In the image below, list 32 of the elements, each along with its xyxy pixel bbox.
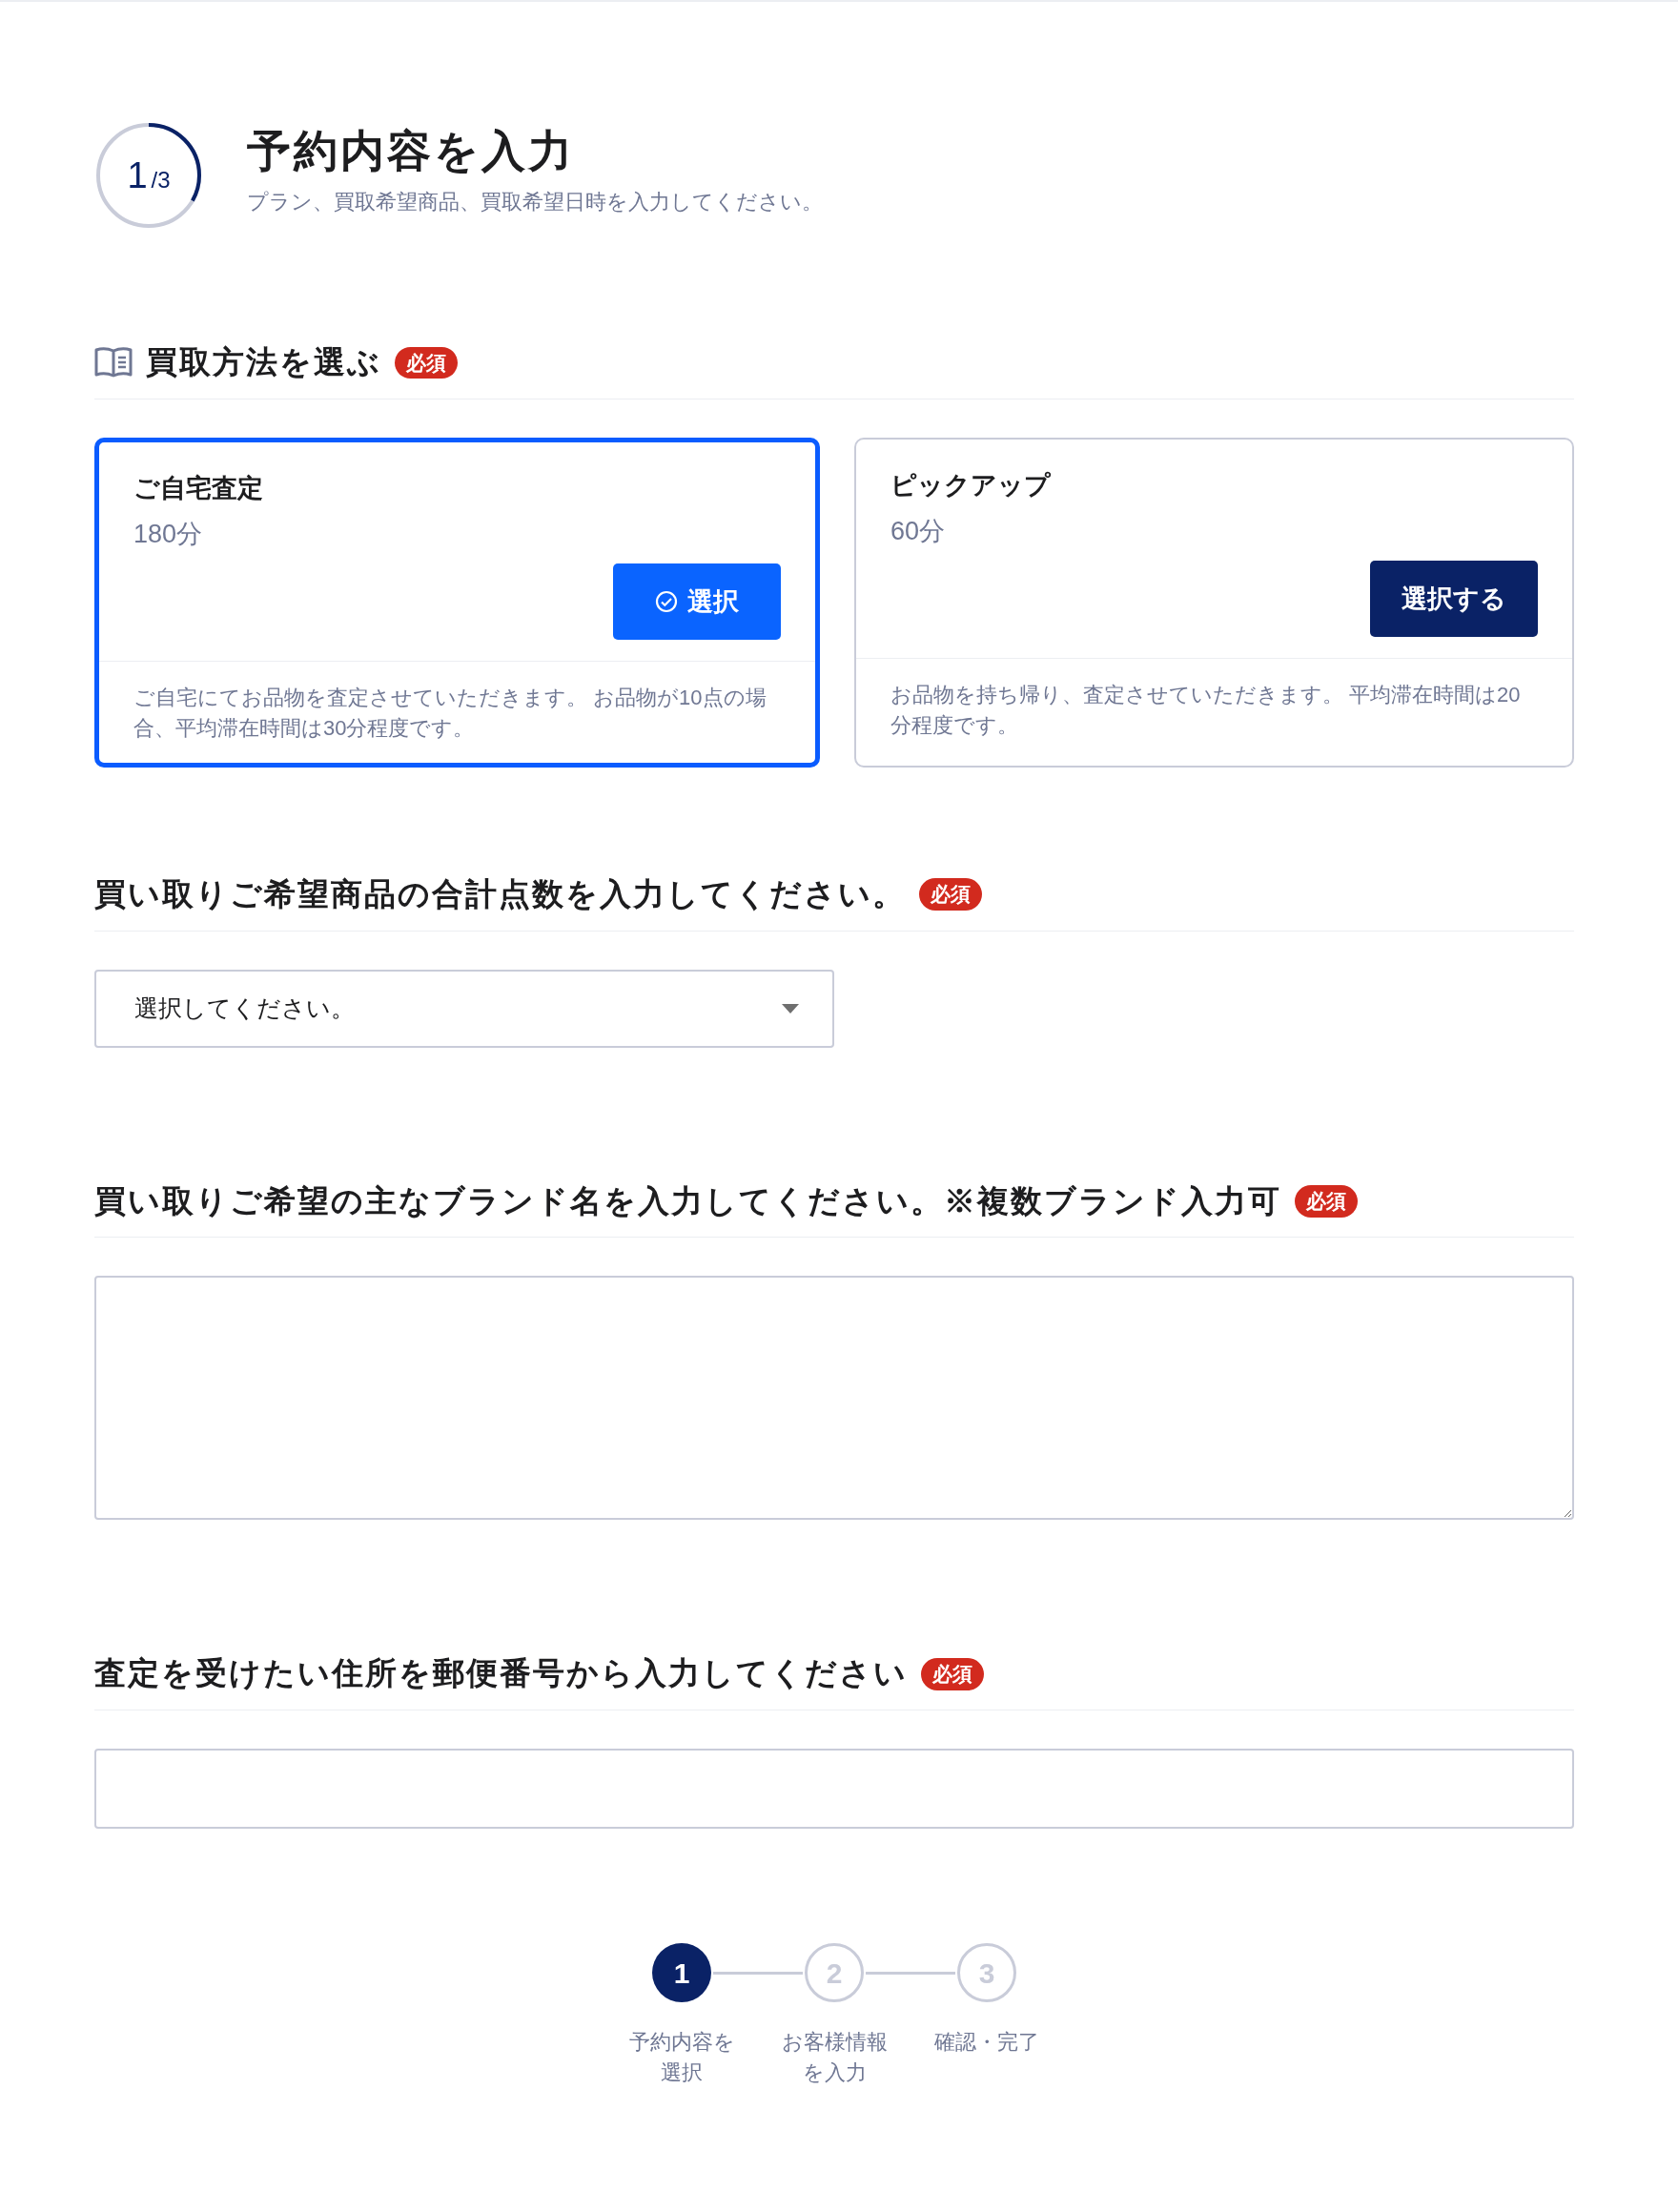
- section-title: 買取方法を選ぶ: [146, 343, 381, 381]
- required-badge: 必須: [919, 878, 982, 911]
- plan-duration: 60分: [890, 516, 947, 548]
- section-title: 買い取りご希望商品の合計点数を入力してください。: [94, 874, 906, 913]
- page-subtitle: プラン、買取希望商品、買取希望日時を入力してください。: [247, 188, 823, 215]
- select-button[interactable]: 選択: [613, 563, 781, 640]
- plan-name: ピックアップ: [890, 469, 1052, 502]
- book-icon: [94, 347, 133, 379]
- check-circle-icon: [655, 589, 678, 613]
- plan-card[interactable]: ご自宅査定 180分 選択 ご自宅にてお品物を査定させていただきます。 お品物が10点の場合、平均滞在時間は30分程度です。: [94, 437, 820, 768]
- required-badge: 必須: [1295, 1185, 1358, 1218]
- plan-description: お品物を持ち帰り、査定させていただきます。 平均滞在時間は20分程度です。: [856, 657, 1572, 760]
- count-select[interactable]: 選択してください。: [94, 969, 834, 1048]
- plan-duration: 180分: [133, 519, 204, 551]
- step-label: 予約内容を選択: [627, 2029, 736, 2087]
- progress-total: /3: [151, 169, 171, 192]
- required-badge: 必須: [921, 1658, 984, 1690]
- step-circle: 1: [652, 1943, 711, 2003]
- step-label: お客様情報を入力: [780, 2029, 889, 2087]
- plan-card[interactable]: ピックアップ 60分 選択する お品物を持ち帰り、査定させていただきます。 平均滞在時間は20分程度です。: [854, 437, 1574, 768]
- plan-name: ご自宅査定: [133, 472, 264, 504]
- progress-current: 1: [127, 157, 148, 194]
- step-label: 確認・完了: [933, 2029, 1040, 2057]
- section-title: 査定を受けたい住所を郵便番号から入力してください: [94, 1654, 908, 1693]
- page-title: 予約内容を入力: [247, 125, 576, 177]
- brand-text-area[interactable]: [94, 1276, 1574, 1521]
- select-button[interactable]: 選択する: [1370, 560, 1538, 637]
- required-badge: 必須: [395, 346, 458, 379]
- plan-description: ご自宅にてお品物を査定させていただきます。 お品物が10点の場合、平均滞在時間は30分程度です。: [99, 660, 815, 763]
- dropdown-caret-icon: [781, 1002, 800, 1014]
- section-title: 買い取りご希望の主なブランド名を入力してください。※複数ブランド入力可: [94, 1181, 1281, 1220]
- postal-code-field[interactable]: [94, 1749, 1574, 1830]
